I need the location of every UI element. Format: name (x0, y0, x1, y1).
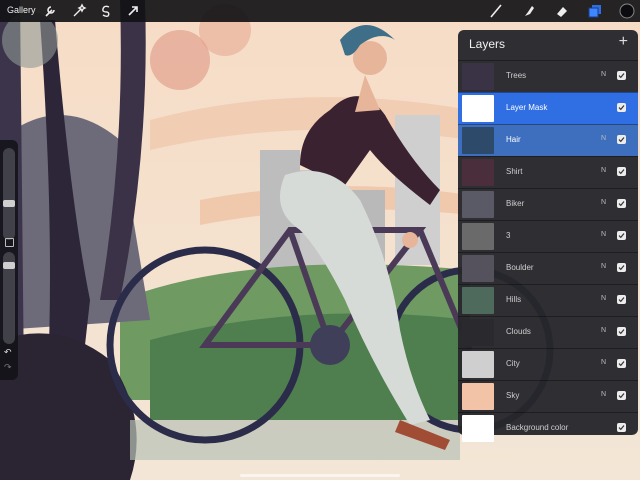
brush-size-slider[interactable] (3, 148, 15, 240)
panel-title: Layers (469, 37, 506, 51)
check-icon (618, 297, 625, 303)
opacity-slider[interactable] (3, 252, 15, 344)
redo-icon[interactable]: ↷ (4, 362, 12, 373)
layer-row[interactable]: 3N (458, 220, 638, 252)
brush-icon[interactable] (488, 3, 504, 19)
blend-mode-button[interactable]: N (601, 71, 606, 78)
top-toolbar: Gallery (0, 0, 640, 22)
layer-row[interactable]: Biker N (458, 188, 638, 220)
layer-name: Boulder (506, 263, 534, 272)
eraser-icon[interactable] (554, 3, 570, 19)
layer-thumbnail[interactable] (462, 191, 494, 218)
visibility-checkbox[interactable] (617, 359, 626, 368)
visibility-checkbox[interactable] (617, 295, 626, 304)
layer-name: Shirt (506, 167, 523, 176)
check-icon (618, 361, 625, 367)
layer-thumbnail[interactable] (462, 415, 494, 442)
layer-row[interactable]: City N (458, 348, 638, 380)
blend-mode-button[interactable]: N (601, 295, 606, 302)
layer-thumbnail[interactable] (462, 287, 494, 314)
layer-row[interactable]: Layer Mask (458, 92, 638, 124)
visibility-checkbox[interactable] (617, 423, 626, 432)
layer-name: Trees (506, 71, 527, 80)
layer-row[interactable]: Clouds N (458, 316, 638, 348)
opacity-handle[interactable] (3, 262, 15, 269)
visibility-checkbox[interactable] (617, 263, 626, 272)
selection-icon[interactable] (98, 3, 114, 19)
wrench-icon[interactable] (42, 3, 58, 19)
layer-thumbnail[interactable] (462, 255, 494, 282)
layer-thumbnail[interactable] (462, 319, 494, 346)
blend-mode-button[interactable]: N (601, 167, 606, 174)
layer-name: 3 (506, 231, 511, 240)
brush-size-handle[interactable] (3, 200, 15, 207)
layer-name: Clouds (506, 327, 531, 336)
layers-icon[interactable] (587, 3, 603, 19)
layer-thumbnail[interactable] (462, 383, 494, 410)
home-indicator (240, 474, 400, 477)
layer-thumbnail[interactable] (462, 95, 494, 122)
blend-mode-button[interactable]: N (601, 135, 606, 142)
layer-name: Hills (506, 295, 522, 304)
transform-arrow-icon[interactable] (125, 3, 141, 19)
layer-thumbnail[interactable] (462, 223, 494, 250)
check-icon (618, 137, 625, 143)
left-sidebar: ↶ ↷ (0, 140, 18, 380)
layer-thumbnail[interactable] (462, 159, 494, 186)
check-icon (618, 329, 625, 335)
layer-thumbnail[interactable] (462, 63, 494, 90)
layer-row[interactable]: Trees N (458, 60, 638, 92)
visibility-checkbox[interactable] (617, 391, 626, 400)
layer-name: Biker (506, 199, 525, 208)
visibility-checkbox[interactable] (617, 103, 626, 112)
layers-panel: Layers + Trees N Layer Mask Hair N Shirt N Bike… (458, 30, 638, 442)
layer-thumbnail[interactable] (462, 127, 494, 154)
magic-wand-icon[interactable] (71, 3, 87, 19)
layer-row[interactable]: Background color (458, 412, 638, 444)
check-icon (618, 73, 625, 79)
layer-row[interactable]: Boulder N (458, 252, 638, 284)
layer-name: Layer Mask (506, 103, 548, 112)
color-swatch-icon[interactable] (619, 3, 635, 19)
check-icon (618, 201, 625, 207)
blend-mode-button[interactable]: N (601, 263, 606, 270)
add-layer-button[interactable]: + (619, 33, 628, 51)
check-icon (618, 233, 625, 239)
blend-mode-button[interactable]: N (601, 231, 606, 238)
check-icon (618, 265, 625, 271)
modify-button[interactable] (5, 238, 14, 247)
visibility-checkbox[interactable] (617, 231, 626, 240)
layer-row[interactable]: Sky N (458, 380, 638, 412)
blend-mode-button[interactable]: N (601, 391, 606, 398)
visibility-checkbox[interactable] (617, 199, 626, 208)
check-icon (618, 393, 625, 399)
smudge-icon[interactable] (521, 3, 537, 19)
blend-mode-button[interactable]: N (601, 359, 606, 366)
visibility-checkbox[interactable] (617, 71, 626, 80)
blend-mode-button[interactable]: N (601, 199, 606, 206)
layer-thumbnail[interactable] (462, 351, 494, 378)
gallery-button[interactable]: Gallery (7, 5, 36, 15)
undo-icon[interactable]: ↶ (4, 347, 12, 358)
check-icon (618, 169, 625, 175)
layer-name: City (506, 359, 520, 368)
layer-name: Background color (506, 423, 569, 432)
check-icon (618, 105, 625, 111)
layer-row[interactable]: Hills N (458, 284, 638, 316)
layer-row[interactable]: Shirt N (458, 156, 638, 188)
visibility-checkbox[interactable] (617, 327, 626, 336)
layer-row[interactable]: Hair N (458, 124, 638, 156)
layer-name: Hair (506, 135, 521, 144)
blend-mode-button[interactable]: N (601, 327, 606, 334)
visibility-checkbox[interactable] (617, 135, 626, 144)
check-icon (618, 425, 625, 431)
visibility-checkbox[interactable] (617, 167, 626, 176)
layer-name: Sky (506, 391, 520, 400)
